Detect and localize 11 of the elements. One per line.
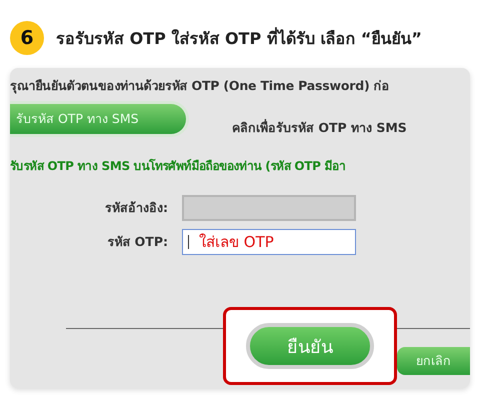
field-label: รหัส OTP: (106, 233, 168, 251)
otp-field[interactable]: ใส่เลข OTP (182, 229, 356, 255)
confirm-button[interactable]: ยืนยัน (246, 323, 374, 369)
step-number-badge: 6 (10, 21, 44, 55)
notice-text: รับรหัส OTP ทาง SMS บนโทรศัพท์มือถือของท่าน (รหัส OTP มีอา (10, 158, 347, 175)
cancel-button[interactable]: ยกเลิก (397, 347, 470, 375)
field-label: รหัสอ้างอิง: (104, 199, 168, 217)
sms-otp-button[interactable]: รับรหัส OTP ทาง SMS (10, 104, 186, 134)
intro-text: รุณายืนยันตัวตนของท่านด้วยรหัส OTP (One Time Password) ก่อ (10, 77, 390, 96)
step-title: รอรับรหัส OTP ใส่รหัส OTP ที่ได้รับ เลือก “ยืนยัน” (56, 26, 422, 50)
sms-hint-text: คลิกเพื่อรับรหัส OTP ทาง SMS (232, 118, 407, 137)
